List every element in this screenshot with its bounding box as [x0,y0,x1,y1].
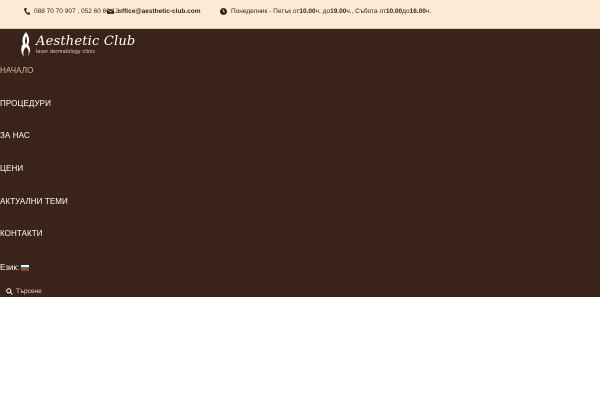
clock-icon [220,7,227,15]
envelope-icon [107,8,114,14]
hours-weekday-to: 19.00 [330,7,347,15]
hours-weekday-from: 10.00 [299,7,316,15]
phone-icon [24,7,30,15]
hours-prefix: Понеделник - Петък от [231,7,300,15]
nav-item-about[interactable]: ЗА НАС [0,131,30,140]
email-contact[interactable]: office@aesthetic-club.com [107,0,201,22]
nav-item-procedures[interactable]: ПРОЦЕДУРИ [0,99,51,108]
language-label: Език: [0,263,20,272]
bulgaria-flag-icon[interactable] [21,264,30,271]
nav-item-home[interactable]: НАЧАЛО [0,66,33,75]
logo-tagline: laser dermatology clinic [36,49,96,55]
hours-suffix: ч. [425,7,432,15]
nav-item-topics[interactable]: АКТУАЛНИ ТЕМИ [0,197,68,206]
nav-item-contacts[interactable]: КОНТАКТИ [0,229,43,238]
email-address: office@aesthetic-club.com [118,7,201,15]
hours-mid: ч., Събота от [346,7,386,15]
nav-item-prices[interactable]: ЦЕНИ [0,164,23,173]
search-icon[interactable] [6,287,13,295]
language-selector[interactable]: Език: [0,263,30,272]
flame-logo-icon [21,32,30,57]
search-input[interactable] [16,287,116,295]
hours-saturday-from: 10.00 [385,7,403,15]
logo-name: Aesthetic Club [36,34,136,49]
search-box [6,285,126,297]
phone-contact[interactable]: 088 70 70 907 , 052 60 60 12 [24,0,119,22]
top-info-bar: 088 70 70 907 , 052 60 60 12 office@aest… [0,0,600,29]
hours-sep-2: до [402,7,410,15]
main-header: Aesthetic Club laser dermatology clinic … [0,29,600,297]
hours-saturday-to: 16.00 [409,7,426,15]
site-logo[interactable]: Aesthetic Club laser dermatology clinic [20,30,135,60]
working-hours: Понеделник - Петък от 10.00 ч. до 19.00 ч.… [220,0,431,22]
hours-sep-1: ч. до [315,7,331,15]
